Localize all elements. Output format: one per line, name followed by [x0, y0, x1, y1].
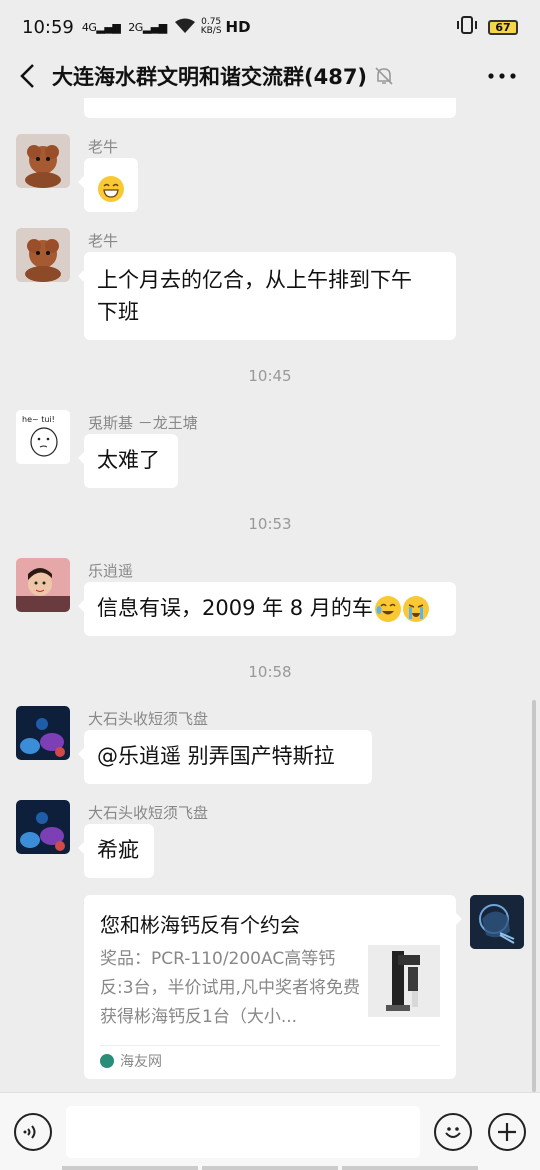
message-bubble[interactable] [78, 158, 138, 212]
laughing-tears-emoji-icon [374, 596, 401, 622]
card-thumbnail [368, 945, 440, 1017]
input-bar [0, 1092, 540, 1170]
timestamp: 10:45 [248, 367, 292, 385]
net-speed: 0.75 KB/S [200, 17, 222, 36]
message-text-line: 下班 [97, 300, 139, 324]
previous-message-bubble [84, 98, 456, 118]
grinning-emoji-icon [98, 176, 124, 202]
message-text: @乐逍遥 别弄国产特斯拉 [97, 744, 335, 768]
add-attachment-icon[interactable] [488, 1113, 526, 1151]
chat-header: 大连海水群文明和谐交流群(487) [0, 54, 540, 98]
status-bar: 10:59 4G▂▄▆ 2G▂▄▆ 0.75 KB/S HD 67 [0, 0, 540, 54]
avatar[interactable] [16, 228, 70, 282]
nav-indicator [0, 1166, 540, 1170]
chat-title: 大连海水群文明和谐交流群(487) [52, 65, 368, 89]
sender-name: 老牛 [88, 138, 119, 156]
source-logo-icon [100, 1054, 114, 1068]
message-bubble[interactable]: 希疵 [78, 824, 154, 878]
signal-indicator-1: 4G▂▄▆ [81, 20, 121, 34]
avatar[interactable] [16, 134, 70, 188]
crying-emoji-icon [402, 596, 429, 622]
message-bubble[interactable]: 上个月去的亿合，从上午排到下午 下班 [78, 252, 456, 340]
avatar[interactable] [16, 558, 70, 612]
card-source-label: 海友网 [120, 1054, 162, 1070]
message-input[interactable] [66, 1106, 420, 1158]
signal-indicator-2: 2G▂▄▆ [128, 20, 167, 34]
clock: 10:59 [22, 16, 74, 38]
more-options-icon[interactable] [482, 56, 522, 96]
avatar[interactable]: he~ tui! [16, 410, 70, 464]
card-source: 海友网 [100, 1051, 162, 1071]
battery-icon: 67 [488, 19, 518, 35]
message-text-line: 上个月去的亿合，从上午排到下午 [97, 268, 412, 292]
message-text: 信息有误，2009 年 8 月的车 [97, 596, 373, 620]
vibrate-icon [456, 16, 478, 38]
my-avatar[interactable] [470, 895, 524, 949]
card-title: 您和彬海钙反有个约会 [100, 913, 300, 937]
emoji-picker-icon[interactable] [434, 1113, 472, 1151]
message-bubble[interactable]: @乐逍遥 别弄国产特斯拉 [78, 730, 372, 784]
voice-input-icon[interactable] [14, 1113, 52, 1151]
svg-text:he~ tui!: he~ tui! [22, 415, 55, 424]
link-card[interactable]: 您和彬海钙反有个约会 奖品：PCR-110/200AC高等钙反:3台，半价试用,… [84, 895, 462, 1079]
message-list[interactable]: 老牛 老牛 上个月去的亿合，从上午排到下午 下班 10:45 he~ tui! … [0, 98, 540, 1092]
wifi-icon [174, 18, 195, 37]
avatar[interactable] [16, 706, 70, 760]
sender-name: 兎斯基 －龙王塘 [88, 414, 198, 432]
card-divider [100, 1045, 440, 1046]
message-text: 太难了 [97, 448, 160, 472]
message-bubble[interactable]: 太难了 [78, 434, 178, 488]
sender-name: 大石头收短须飞盘 [88, 710, 209, 728]
timestamp: 10:58 [248, 663, 292, 681]
timestamp: 10:53 [248, 515, 292, 533]
message-bubble[interactable]: 信息有误，2009 年 8 月的车 [78, 582, 456, 636]
sender-name: 老牛 [88, 232, 119, 250]
back-arrow-icon[interactable] [8, 56, 48, 96]
card-description: 奖品：PCR-110/200AC高等钙反:3台，半价试用,凡中奖者将免费获得彬海… [100, 949, 360, 1027]
sender-name: 乐逍遥 [88, 562, 134, 580]
scrollbar[interactable] [532, 700, 536, 1092]
hd-indicator: HD [225, 18, 251, 36]
sender-name: 大石头收短须飞盘 [88, 804, 209, 822]
message-text: 希疵 [97, 838, 139, 862]
muted-bell-icon [373, 65, 395, 87]
avatar[interactable] [16, 800, 70, 854]
